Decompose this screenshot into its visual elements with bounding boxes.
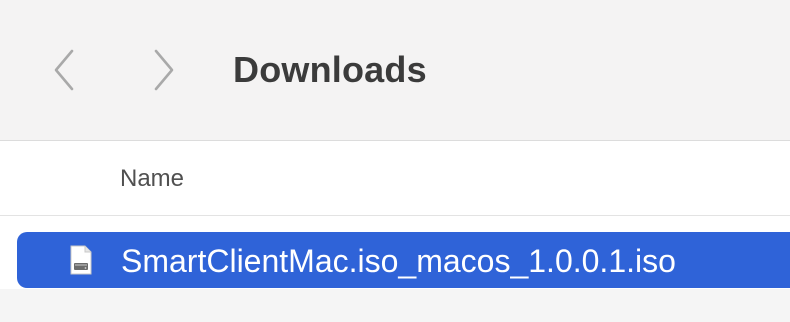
list-row-empty (0, 289, 790, 322)
chevron-left-icon (54, 49, 74, 91)
disk-image-icon (70, 245, 92, 275)
forward-button[interactable] (144, 42, 184, 98)
window-title: Downloads (233, 49, 427, 90)
file-list: SmartClientMac.iso_macos_1.0.0.1.iso (0, 216, 790, 322)
chevron-right-icon (154, 49, 174, 91)
finder-window: Downloads Name SmartClientMac.iso_macos_… (0, 0, 790, 322)
column-header-name[interactable]: Name (120, 164, 184, 194)
list-header: Name (0, 141, 790, 216)
file-name: SmartClientMac.iso_macos_1.0.0.1.iso (121, 243, 676, 279)
back-button[interactable] (44, 42, 84, 98)
file-row-selected[interactable]: SmartClientMac.iso_macos_1.0.0.1.iso (17, 232, 790, 288)
toolbar: Downloads (0, 0, 790, 141)
